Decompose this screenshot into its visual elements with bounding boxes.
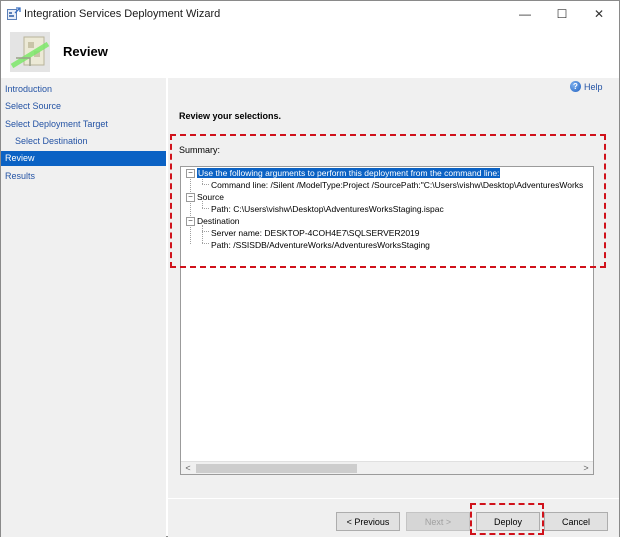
- cancel-button[interactable]: Cancel: [544, 512, 608, 531]
- nav-item-select-deployment-target[interactable]: Select Deployment Target: [1, 117, 166, 132]
- tree-connector: [202, 243, 209, 244]
- tree-connector: [202, 225, 203, 243]
- tree-node-command-line[interactable]: Command line: /Silent /ModelType:Project…: [211, 179, 583, 191]
- tree-connector: [202, 208, 209, 209]
- title-bar: Integration Services Deployment Wizard —…: [1, 1, 619, 27]
- collapse-icon[interactable]: −: [186, 193, 195, 202]
- tree-node-source[interactable]: Source: [197, 191, 224, 203]
- wizard-nav: Introduction Select Source Select Deploy…: [1, 78, 166, 537]
- nav-item-review[interactable]: Review: [1, 151, 166, 166]
- app-icon: [7, 7, 21, 20]
- collapse-icon[interactable]: −: [186, 217, 195, 226]
- deploy-button[interactable]: Deploy: [476, 512, 540, 531]
- scroll-thumb[interactable]: [196, 464, 357, 473]
- tree-node-destination[interactable]: Destination: [197, 215, 240, 227]
- tree-connector: [202, 184, 209, 185]
- tree-connector: [202, 231, 209, 232]
- minimize-button[interactable]: —: [507, 1, 543, 27]
- wizard-header: Review: [1, 27, 619, 77]
- next-button[interactable]: Next >: [406, 512, 470, 531]
- previous-button[interactable]: < Previous: [336, 512, 400, 531]
- tree-node-source-path[interactable]: Path: C:\Users\vishw\Desktop\AdventuresW…: [211, 203, 444, 215]
- scroll-left-icon[interactable]: <: [181, 462, 195, 475]
- content-panel: ? Help Review your selections. Summary: …: [168, 78, 619, 537]
- close-icon: ✕: [593, 7, 605, 21]
- footer-divider: [168, 498, 619, 499]
- maximize-button[interactable]: ☐: [544, 1, 580, 27]
- help-link[interactable]: ? Help: [570, 81, 603, 92]
- nav-item-select-destination[interactable]: Select Destination: [1, 134, 166, 149]
- tree-node-command-line-header[interactable]: Use the following arguments to perform t…: [197, 167, 501, 179]
- section-title: Review your selections.: [179, 111, 282, 121]
- close-button[interactable]: ✕: [581, 1, 617, 27]
- tree-node-server-name[interactable]: Server name: DESKTOP-4COH4E7\SQLSERVER20…: [211, 227, 420, 239]
- window-title: Integration Services Deployment Wizard: [24, 8, 221, 20]
- summary-label: Summary:: [179, 145, 221, 155]
- tree-node-destination-path[interactable]: Path: /SSISDB/AdventureWorks/AdventuresW…: [211, 239, 430, 251]
- nav-item-results[interactable]: Results: [1, 169, 166, 184]
- scroll-right-icon[interactable]: >: [579, 462, 593, 475]
- page-title: Review: [63, 44, 108, 59]
- deployment-wizard-icon: [10, 32, 50, 72]
- minimize-icon: —: [519, 7, 531, 21]
- help-label: Help: [584, 81, 603, 92]
- nav-item-introduction[interactable]: Introduction: [1, 82, 166, 97]
- maximize-icon: ☐: [556, 7, 568, 21]
- help-icon: ?: [570, 81, 581, 92]
- collapse-icon[interactable]: −: [186, 169, 195, 178]
- nav-item-select-source[interactable]: Select Source: [1, 99, 166, 114]
- horizontal-scrollbar[interactable]: < >: [181, 461, 593, 474]
- tree-connector: [190, 177, 191, 244]
- wizard-window: Integration Services Deployment Wizard —…: [0, 0, 620, 537]
- summary-tree[interactable]: − Use the following arguments to perform…: [180, 166, 594, 475]
